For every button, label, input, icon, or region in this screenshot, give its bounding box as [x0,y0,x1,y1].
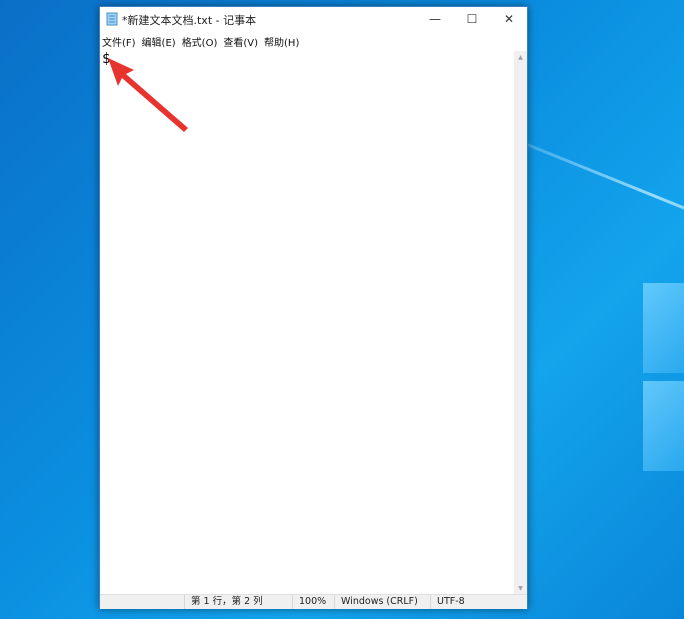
title-bar[interactable]: *新建文本文档.txt - 记事本 — ☐ ✕ [100,7,527,31]
menu-format[interactable]: 格式(O) [179,34,221,49]
menu-edit[interactable]: 编辑(E) [139,34,179,49]
minimize-icon: — [429,12,441,26]
cursor-position: 第 1 行，第 2 列 [184,595,291,609]
notepad-icon [106,12,118,26]
maximize-button[interactable]: ☐ [453,7,491,31]
wallpaper-logo-pane [643,381,684,471]
close-button[interactable]: ✕ [490,7,528,31]
scroll-down-icon[interactable]: ▼ [514,582,527,594]
status-bar: 第 1 行，第 2 列 100% Windows (CRLF) UTF-8 [100,594,527,609]
maximize-icon: ☐ [466,12,478,26]
encoding: UTF-8 [430,595,517,609]
wallpaper-logo-pane [643,283,684,373]
zoom-level: 100% [292,595,335,609]
desktop: *新建文本文档.txt - 记事本 — ☐ ✕ 文件(F) 编辑(E) 格式(O… [0,0,684,619]
menu-file[interactable]: 文件(F) [100,34,139,49]
menu-view[interactable]: 查看(V) [220,34,261,49]
scroll-up-icon[interactable]: ▲ [514,51,527,63]
minimize-button[interactable]: — [416,7,454,31]
menu-bar: 文件(F) 编辑(E) 格式(O) 查看(V) 帮助(H) [100,31,527,51]
menu-help[interactable]: 帮助(H) [261,34,302,49]
line-ending: Windows (CRLF) [334,595,431,609]
close-icon: ✕ [503,12,515,26]
red-arrow-icon [108,58,188,132]
vertical-scrollbar[interactable]: ▲ ▼ [514,51,527,594]
window-title: *新建文本文档.txt - 记事本 [122,14,257,27]
